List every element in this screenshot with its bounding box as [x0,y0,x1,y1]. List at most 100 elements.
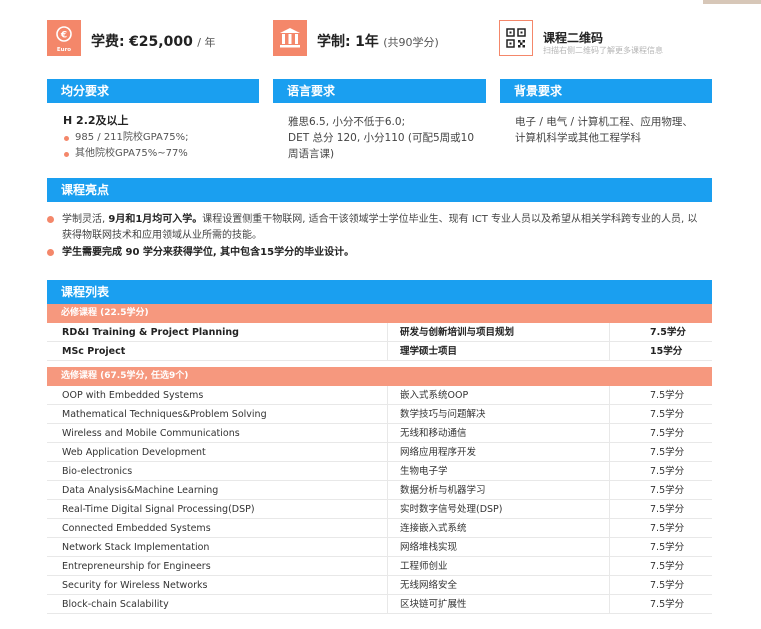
course-credits: 7.5学分 [609,481,712,499]
gpa-header: 均分要求 [47,79,259,103]
required-courses-header: 必修课程 (22.5学分) [47,304,712,323]
language-content: 雅思6.5, 小分不低于6.0; DET 总分 120, 小分110 (可配5周… [288,114,486,162]
course-en: Wireless and Mobile Communications [62,428,240,439]
tuition-value: €25,000 [129,34,193,50]
course-credits: 7.5学分 [609,443,712,461]
course-en: Network Stack Implementation [62,542,210,553]
background-content: 电子 / 电气 / 计算机工程、应用物理、 计算机科学或其他工程学科 [515,114,712,146]
duration-info: 学制: 1年 (共90学分) [273,20,473,58]
table-row: Web Application Development 网络应用程序开发 7.5… [47,443,712,462]
course-en: MSc Project [62,346,126,357]
course-en: Security for Wireless Networks [62,580,208,591]
course-en: Data Analysis&Machine Learning [62,485,219,496]
course-zh: 网络堆栈实现 [387,538,609,556]
table-row: Mathematical Techniques&Problem Solving … [47,405,712,424]
course-zh: 区块链可扩展性 [387,595,609,613]
course-en: Connected Embedded Systems [62,523,211,534]
courses-header: 课程列表 [47,280,712,304]
tuition-info: € Euro 学费: €25,000 / 年 [47,20,247,58]
gpa-item: 其他院校GPA75%~77% [63,146,259,162]
language-header: 语言要求 [273,79,486,103]
course-credits: 15学分 [609,342,712,360]
table-row: Security for Wireless Networks 无线网络安全 7.… [47,576,712,595]
course-zh: 生物电子学 [387,462,609,480]
course-credits: 7.5学分 [609,500,712,518]
gpa-content: H 2.2及以上 985 / 211院校GPA75%; 其他院校GPA75%~7… [63,113,259,162]
background-line: 计算机科学或其他工程学科 [515,132,641,144]
institution-icon [273,20,307,56]
course-en: RD&I Training & Project Planning [62,327,239,338]
course-zh: 研发与创新培训与项目规划 [387,323,609,341]
qr-subtitle: 扫描右侧二维码了解更多课程信息 [543,46,663,55]
highlight-paragraph-2: 学生需要完成 90 学分来获得学位, 其中包含15学分的毕业设计。 [47,245,702,261]
highlight-1-pre: 学制灵活, [62,214,109,225]
euro-icon-caption: Euro [57,47,71,53]
course-credits: 7.5学分 [609,323,712,341]
language-line: 雅思6.5, 小分不低于6.0; [288,116,406,128]
qr-code-icon[interactable] [499,20,533,56]
table-row: Block-chain Scalability 区块链可扩展性 7.5学分 [47,595,712,614]
course-zh: 嵌入式系统OOP [387,386,609,404]
course-credits: 7.5学分 [609,386,712,404]
course-en: Real-Time Digital Signal Processing(DSP) [62,504,255,515]
highlight-2: 学生需要完成 90 学分来获得学位, 其中包含15学分的毕业设计。 [62,247,355,258]
course-zh: 数据分析与机器学习 [387,481,609,499]
euro-coin-icon: € Euro [47,20,81,56]
gpa-main: H 2.2及以上 [63,114,129,127]
course-zh: 工程师创业 [387,557,609,575]
course-zh: 理学硕士项目 [387,342,609,360]
course-credits: 7.5学分 [609,462,712,480]
course-credits: 7.5学分 [609,405,712,423]
course-en: Entrepreneurship for Engineers [62,561,211,572]
course-zh: 无线网络安全 [387,576,609,594]
course-credits: 7.5学分 [609,595,712,613]
qr-title: 课程二维码 [543,31,604,45]
tuition-suffix: / 年 [197,36,216,49]
course-credits: 7.5学分 [609,576,712,594]
highlights-header: 课程亮点 [47,178,712,202]
table-row: Connected Embedded Systems 连接嵌入式系统 7.5学分 [47,519,712,538]
course-table: 必修课程 (22.5学分) RD&I Training & Project Pl… [47,304,712,614]
highlight-paragraph-1: 学制灵活, 9月和1月均可入学。课程设置侧重干物联网, 适合干该领域学士学位毕业… [47,212,702,244]
duration-suffix: (共90学分) [383,36,439,49]
course-en: OOP with Embedded Systems [62,390,204,401]
svg-text:€: € [60,31,67,41]
table-row: Data Analysis&Machine Learning 数据分析与机器学习… [47,481,712,500]
background-line: 电子 / 电气 / 计算机工程、应用物理、 [515,116,693,128]
language-line: DET 总分 120, 小分110 (可配5周或10 [288,132,475,144]
gpa-item: 985 / 211院校GPA75%; [63,130,259,146]
course-credits: 7.5学分 [609,538,712,556]
table-row: Network Stack Implementation 网络堆栈实现 7.5学… [47,538,712,557]
course-en: Mathematical Techniques&Problem Solving [62,409,267,420]
course-zh: 数学技巧与问题解决 [387,405,609,423]
table-row: Entrepreneurship for Engineers 工程师创业 7.5… [47,557,712,576]
table-row: Wireless and Mobile Communications 无线和移动… [47,424,712,443]
duration-value: 1年 [355,34,379,50]
duration-label: 学制: [317,34,351,50]
course-en: Web Application Development [62,447,206,458]
table-row: Real-Time Digital Signal Processing(DSP)… [47,500,712,519]
course-en: Block-chain Scalability [62,599,169,610]
course-zh: 实时数字信号处理(DSP) [387,500,609,518]
bullet-dot [47,216,54,223]
qr-info: 课程二维码 扫描右侧二维码了解更多课程信息 [499,20,714,58]
highlight-1-bold: 9月和1月均可入学。 [108,214,203,225]
language-line: 周语言课) [288,148,335,160]
course-credits: 7.5学分 [609,557,712,575]
course-zh: 连接嵌入式系统 [387,519,609,537]
table-row: RD&I Training & Project Planning 研发与创新培训… [47,323,712,342]
course-zh: 网络应用程序开发 [387,443,609,461]
table-row: OOP with Embedded Systems 嵌入式系统OOP 7.5学分 [47,386,712,405]
top-strip [0,0,761,4]
course-zh: 无线和移动通信 [387,424,609,442]
elective-courses-header: 选修课程 (67.5学分, 任选9个) [47,367,712,386]
top-corner-decoration [703,0,761,4]
course-credits: 7.5学分 [609,519,712,537]
table-row: Bio-electronics 生物电子学 7.5学分 [47,462,712,481]
course-en: Bio-electronics [62,466,133,477]
bullet-dot [47,249,54,256]
tuition-label: 学费: [91,34,125,50]
background-header: 背景要求 [500,79,712,103]
table-row: MSc Project 理学硕士项目 15学分 [47,342,712,361]
course-credits: 7.5学分 [609,424,712,442]
